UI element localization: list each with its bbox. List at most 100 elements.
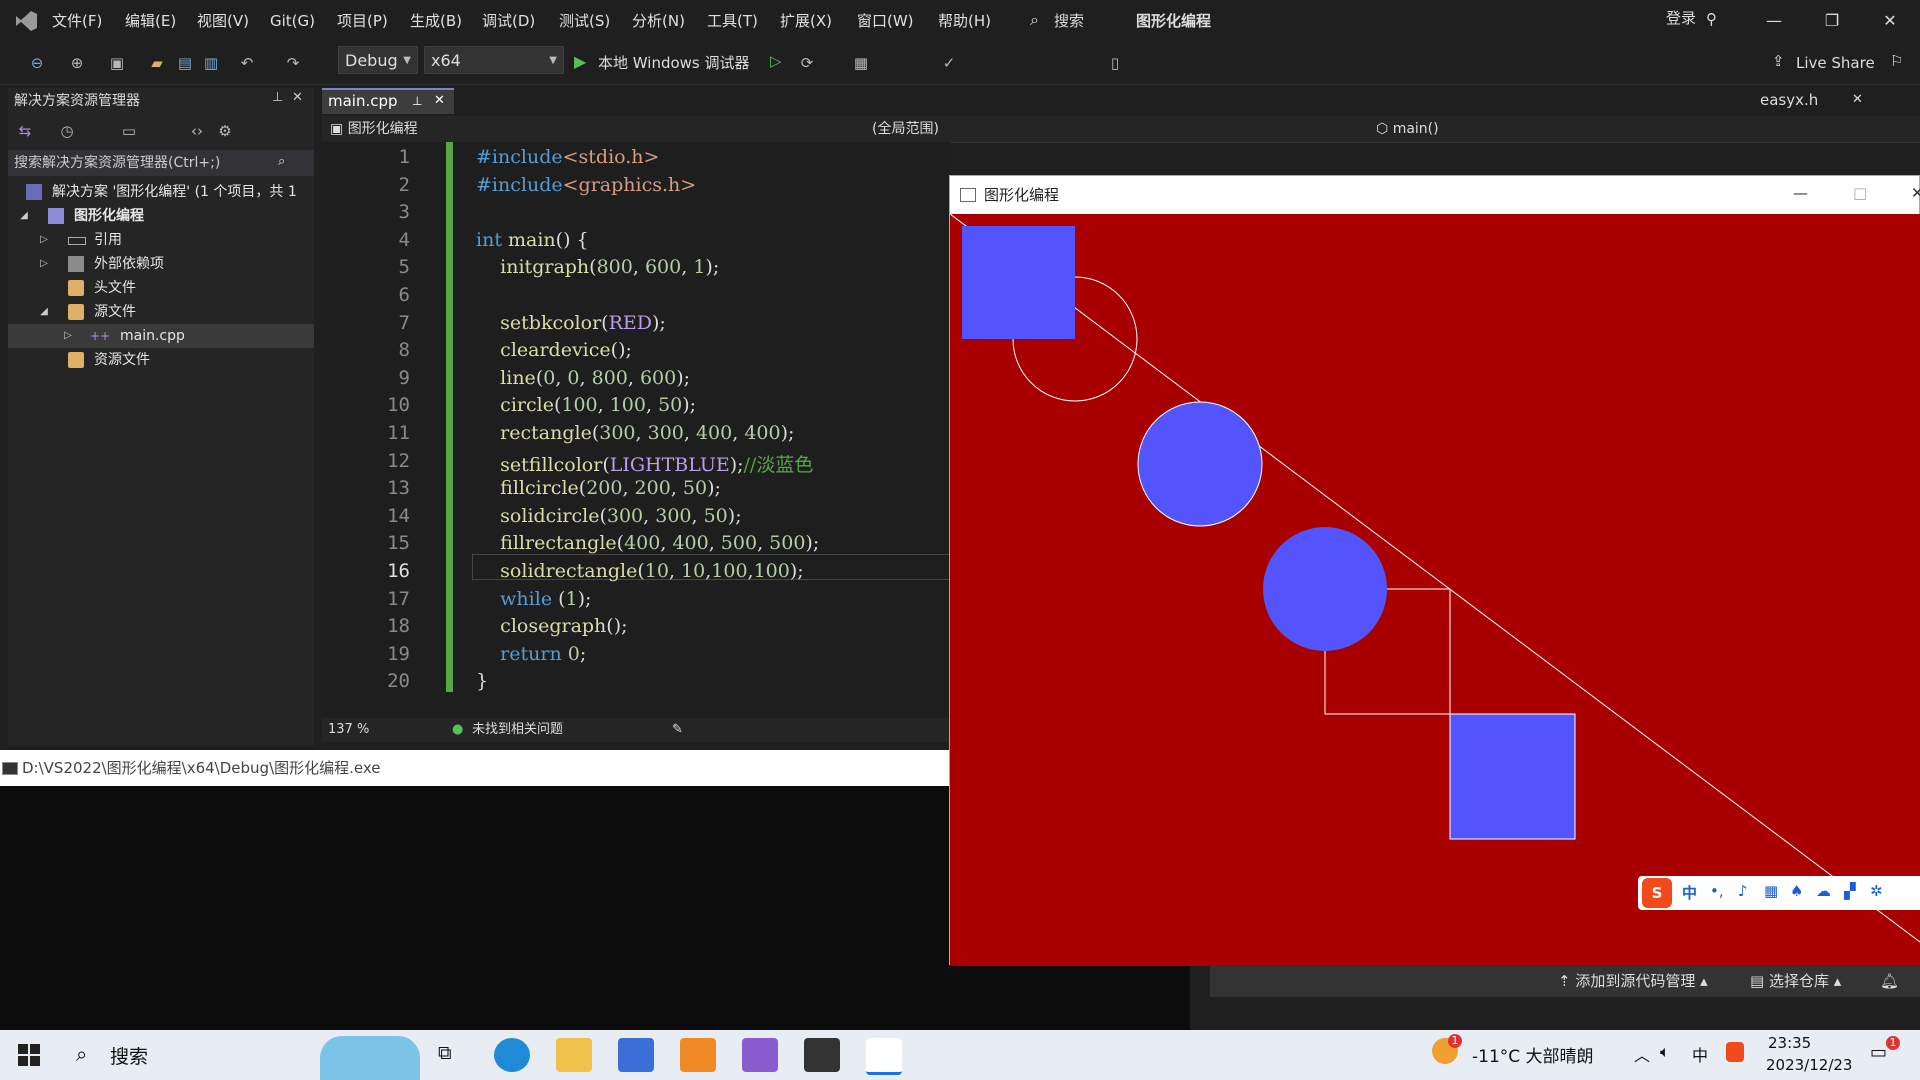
tree-item-references[interactable]: ▷ 引用 — [8, 228, 314, 252]
input-language[interactable]: 中 — [1692, 1042, 1708, 1066]
redo-icon[interactable]: ↷ — [282, 52, 304, 74]
menu-item[interactable]: 调试(D) — [476, 0, 541, 42]
collapse-icon[interactable]: ▭ — [118, 120, 140, 142]
spell-icon[interactable]: ✓ — [938, 52, 960, 74]
hot-reload-icon[interactable]: ⟳ — [796, 52, 818, 74]
ime-toolbar[interactable]: S 中 •, ♪ ▦ ♠ ☁ ▞ ✲ — [1638, 876, 1920, 910]
code-line[interactable]: rectangle(300, 300, 400, 400); — [476, 422, 794, 444]
tree-item-headers[interactable]: 头文件 — [8, 276, 314, 300]
add-source-control-button[interactable]: ⇡ 添加到源代码管理 ▴ — [1558, 965, 1708, 997]
tree-item-resources[interactable]: 资源文件 — [8, 348, 314, 372]
nav-scope-select[interactable]: (全局范围) — [872, 118, 1072, 140]
code-editor[interactable]: 1 #include<stdio.h> 2 #include<graphics.h> 3… — [322, 142, 950, 714]
close-tab-icon[interactable]: ✕ — [434, 90, 445, 112]
tree-item-sources[interactable]: ◢ 源文件 — [8, 300, 314, 324]
feedback-icon[interactable]: ⚐ — [1890, 52, 1903, 70]
tree-item-external-deps[interactable]: ▷ 外部依赖项 — [8, 252, 314, 276]
code-line[interactable]: solidrectangle(10, 10,100,100); — [476, 560, 804, 582]
search-button[interactable]: 搜索 — [1054, 0, 1084, 42]
cleanup-icon[interactable]: ✎ — [672, 718, 683, 742]
tree-project[interactable]: ◢ 图形化编程 — [8, 204, 314, 228]
terminal-icon[interactable] — [804, 1038, 840, 1072]
close-button[interactable]: ✕ — [1861, 0, 1919, 42]
search-icon[interactable]: ⌕ — [76, 1042, 87, 1066]
code-line[interactable]: initgraph(800, 600, 1); — [476, 256, 719, 278]
pin-icon[interactable]: ⊥ — [272, 90, 283, 105]
code-line[interactable]: #include<stdio.h> — [476, 146, 659, 168]
code-line[interactable]: line(0, 0, 800, 600); — [476, 367, 690, 389]
graphics-app-icon[interactable] — [866, 1038, 902, 1075]
tree-item-main-cpp[interactable]: ▷ ++ main.cpp — [8, 324, 314, 348]
toolbox-icon[interactable]: ▦ — [850, 52, 872, 74]
visual-studio-icon[interactable] — [742, 1038, 778, 1072]
clock-date[interactable]: 2023/12/23 — [1766, 1056, 1852, 1074]
menu-item[interactable]: 分析(N) — [626, 0, 691, 42]
ime-mode[interactable]: 中 — [1682, 882, 1697, 903]
undo-icon[interactable]: ↶ — [236, 52, 258, 74]
menu-item[interactable]: Git(G) — [264, 0, 321, 42]
tab-main-cpp[interactable]: main.cpp ⊥ ✕ — [322, 88, 454, 114]
file-explorer-icon[interactable] — [556, 1038, 592, 1072]
menu-item[interactable]: 工具(T) — [701, 0, 764, 42]
apps-icon[interactable]: ▞ — [1844, 882, 1856, 900]
restore-button[interactable]: ❐ — [1803, 0, 1861, 42]
keyboard-icon[interactable]: ▦ — [1764, 882, 1778, 900]
code-line[interactable]: } — [476, 670, 488, 692]
collapsed-icon[interactable]: ▷ — [62, 324, 74, 348]
microphone-icon[interactable]: ♪ — [1738, 882, 1748, 900]
code-icon[interactable]: ‹› — [186, 120, 208, 142]
edge-icon[interactable] — [494, 1038, 530, 1072]
code-line[interactable]: #include<graphics.h> — [476, 174, 696, 196]
code-line[interactable]: setbkcolor(RED); — [476, 312, 666, 334]
code-line[interactable]: return 0; — [476, 643, 586, 665]
login-link[interactable]: 登录 — [1666, 0, 1696, 36]
settings-icon[interactable]: ✲ — [1870, 882, 1883, 900]
code-line[interactable]: int main() { — [476, 229, 589, 251]
zoom-level[interactable]: 137 % — [328, 718, 369, 742]
search-icon[interactable]: ⌕ — [1030, 10, 1039, 30]
history-icon[interactable]: ◷ — [56, 120, 78, 142]
close-tab-icon[interactable]: ✕ — [1852, 88, 1863, 112]
skin-icon[interactable]: ♠ — [1790, 882, 1803, 900]
punctuation-icon[interactable]: •, — [1710, 882, 1724, 900]
search-icon[interactable]: ⌕ — [278, 154, 285, 169]
menu-item[interactable]: 测试(S) — [553, 0, 616, 42]
solution-search-input[interactable]: 搜索解决方案资源管理器(Ctrl+;) — [8, 150, 314, 176]
open-icon[interactable]: ▰ — [146, 52, 168, 74]
maximize-button[interactable]: □ — [1853, 184, 1867, 202]
collapsed-icon[interactable]: ▷ — [38, 228, 50, 252]
minimize-button[interactable]: — — [1745, 0, 1803, 42]
cloud-icon[interactable]: ☁ — [1816, 882, 1831, 900]
code-line[interactable]: while (1); — [476, 588, 591, 610]
tray-chevron-icon[interactable]: ︿ — [1634, 1042, 1650, 1066]
forward-icon[interactable]: ⊕ — [66, 52, 88, 74]
close-panel-icon[interactable]: ✕ — [292, 90, 303, 105]
close-button[interactable]: ✕ — [1911, 184, 1920, 202]
code-line[interactable]: setfillcolor(LIGHTBLUE);//淡蓝色 — [476, 450, 813, 477]
config-select[interactable]: Debug ▼ — [338, 46, 418, 74]
code-line[interactable]: solidcircle(300, 300, 50); — [476, 505, 741, 527]
menu-item[interactable]: 帮助(H) — [932, 0, 997, 42]
expanded-icon[interactable]: ◢ — [38, 300, 50, 324]
menu-item[interactable]: 文件(F) — [46, 0, 108, 42]
bookmark-icon[interactable]: ▯ — [1104, 52, 1126, 74]
save-icon[interactable]: ▤ — [174, 52, 196, 74]
notification-icon[interactable]: ▭ — [1870, 1042, 1887, 1063]
run-icon[interactable]: ▶ — [574, 52, 586, 71]
app-icon[interactable] — [680, 1038, 716, 1072]
tree-solution[interactable]: 解决方案 '图形化编程' (1 个项目，共 1 — [8, 180, 314, 204]
code-line[interactable]: fillrectangle(400, 400, 500, 500); — [476, 532, 819, 554]
new-project-icon[interactable]: ▣ — [106, 52, 128, 74]
graphics-window[interactable]: 图形化编程 — □ ✕ S 中 •, ♪ ▦ ♠ ☁ ▞ ✲ — [949, 175, 1920, 966]
back-icon[interactable]: ⊖ — [26, 52, 48, 74]
platform-select[interactable]: x64 ▼ — [424, 46, 564, 74]
nav-project-select[interactable]: ▣ 图形化编程 — [330, 118, 730, 140]
start-icon[interactable] — [18, 1044, 40, 1066]
volume-icon[interactable]: 🔈︎ — [1660, 1042, 1670, 1062]
save-all-icon[interactable]: ▥ — [200, 52, 222, 74]
menu-item[interactable]: 编辑(E) — [119, 0, 182, 42]
code-line[interactable]: cleardevice(); — [476, 339, 632, 361]
code-line[interactable]: circle(100, 100, 50); — [476, 394, 696, 416]
select-repo-button[interactable]: ▤ 选择仓库 ▴ — [1750, 965, 1841, 997]
run-without-debug-icon[interactable]: ▷ — [770, 52, 782, 70]
